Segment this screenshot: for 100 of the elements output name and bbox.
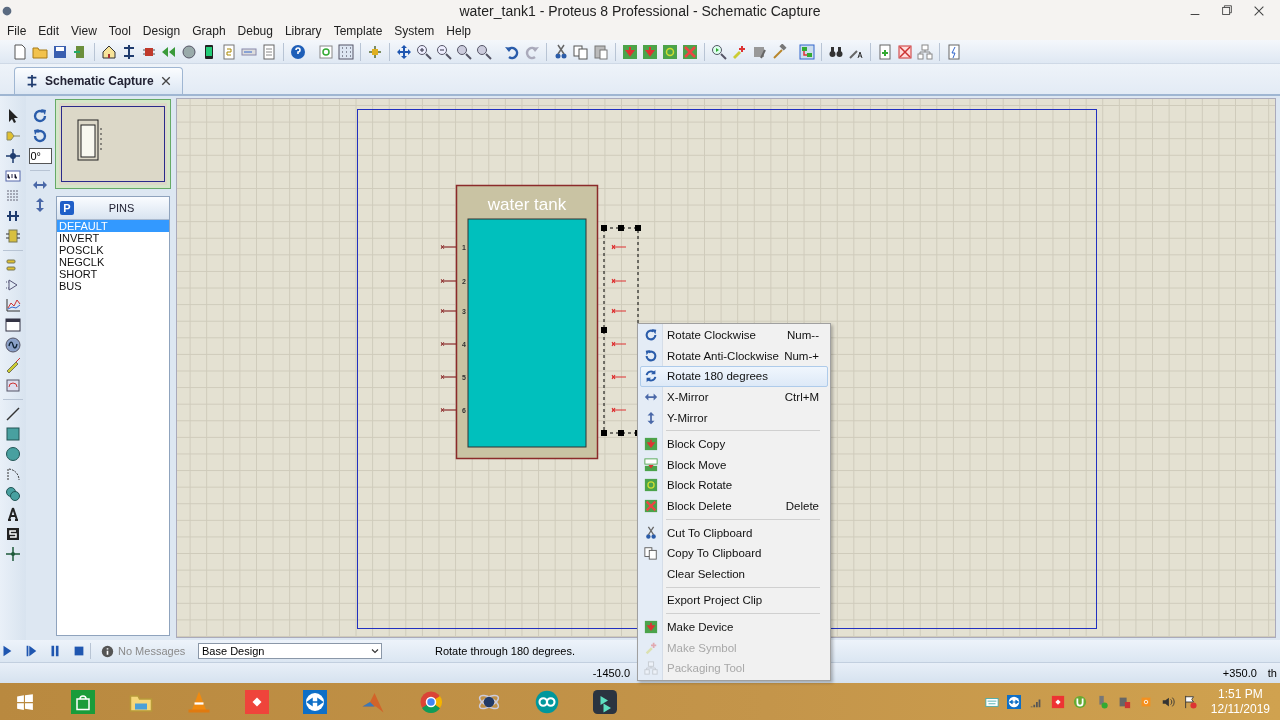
menu-item[interactable]: Debug bbox=[231, 22, 279, 40]
pin-type-item[interactable]: INVERT bbox=[57, 232, 169, 244]
context-menu-item[interactable]: Clear Selection bbox=[640, 563, 828, 585]
context-menu-item[interactable]: Make Device bbox=[640, 616, 828, 638]
component-pin[interactable] bbox=[440, 341, 457, 347]
double-arrow-icon[interactable] bbox=[1006, 695, 1021, 709]
menu-item[interactable]: File bbox=[1, 22, 33, 40]
diamond-app-icon[interactable] bbox=[245, 690, 269, 714]
stop-button[interactable] bbox=[72, 644, 86, 658]
menu-item[interactable]: Template bbox=[327, 22, 389, 40]
pin-marker[interactable] bbox=[611, 407, 627, 413]
hierarchy-icon[interactable] bbox=[917, 43, 933, 60]
dark-app-icon[interactable] bbox=[593, 690, 617, 714]
rotate-clockwise-icon[interactable] bbox=[32, 108, 48, 124]
copy-icon[interactable] bbox=[573, 43, 589, 60]
pin-type-item[interactable]: SHORT bbox=[57, 268, 169, 280]
context-menu-item[interactable]: Cut To Clipboard bbox=[640, 522, 828, 543]
context-menu-item[interactable]: Block Rotate bbox=[640, 475, 828, 496]
hammer-icon[interactable] bbox=[771, 43, 787, 60]
context-menu-item[interactable]: X-Mirror Ctrl+M bbox=[640, 386, 828, 408]
menu-item[interactable]: Edit bbox=[32, 22, 66, 40]
menu-item[interactable]: Graph bbox=[186, 22, 232, 40]
zoom-out-icon[interactable] bbox=[436, 43, 452, 60]
new-sheet-icon[interactable] bbox=[877, 43, 893, 60]
tape-recorder-icon[interactable] bbox=[5, 317, 21, 333]
component-pin[interactable] bbox=[440, 278, 457, 284]
flag-icon[interactable] bbox=[1182, 695, 1197, 709]
menu-item[interactable]: View bbox=[65, 22, 103, 40]
close-button[interactable] bbox=[1252, 4, 1266, 18]
pin-marker[interactable] bbox=[611, 244, 627, 250]
marker-icon[interactable] bbox=[5, 546, 21, 562]
maximize-button[interactable] bbox=[1220, 4, 1234, 18]
start-button[interactable] bbox=[16, 693, 34, 711]
wire-icon[interactable] bbox=[799, 43, 815, 60]
component-pin[interactable] bbox=[440, 374, 457, 380]
help-icon[interactable] bbox=[290, 43, 306, 60]
home-icon[interactable] bbox=[101, 43, 117, 60]
zoom-all-icon[interactable] bbox=[456, 43, 472, 60]
context-menu-item[interactable]: Rotate Anti-Clockwise Num-+ bbox=[640, 345, 828, 367]
menu-item[interactable]: Library bbox=[278, 22, 328, 40]
pin-marker[interactable] bbox=[611, 308, 627, 314]
pick-button[interactable]: P bbox=[60, 201, 74, 215]
component-pin[interactable] bbox=[440, 244, 457, 250]
add-component-icon[interactable] bbox=[731, 43, 747, 60]
overview-panel[interactable] bbox=[56, 100, 170, 188]
pin-type-item[interactable]: BUS bbox=[57, 280, 169, 292]
block-copy-icon[interactable] bbox=[622, 43, 638, 60]
schematic-tab[interactable]: Schematic Capture bbox=[14, 67, 183, 94]
zoom-area-icon[interactable] bbox=[476, 43, 492, 60]
pin-marker[interactable] bbox=[611, 374, 627, 380]
origin-icon[interactable] bbox=[367, 43, 383, 60]
grid-icon[interactable] bbox=[338, 43, 354, 60]
pin-marker[interactable] bbox=[611, 341, 627, 347]
magnifier-icon[interactable] bbox=[711, 43, 727, 60]
close-icon[interactable] bbox=[159, 75, 172, 87]
volume-icon[interactable] bbox=[1160, 695, 1175, 709]
menu-item[interactable]: Tool bbox=[102, 22, 137, 40]
context-menu-item[interactable]: Y-Mirror bbox=[640, 407, 828, 428]
probe-icon[interactable] bbox=[5, 357, 21, 373]
browser-icon[interactable] bbox=[419, 690, 443, 714]
page-bolt-icon[interactable] bbox=[946, 43, 962, 60]
graph-icon[interactable] bbox=[5, 297, 21, 313]
context-menu-item[interactable]: Rotate Clockwise Num-- bbox=[640, 325, 828, 346]
paste-icon[interactable] bbox=[593, 43, 609, 60]
cut-icon[interactable] bbox=[553, 43, 569, 60]
torrent-icon[interactable] bbox=[1072, 695, 1087, 709]
wire-label-icon[interactable] bbox=[5, 168, 21, 184]
shopping-bag-icon[interactable] bbox=[71, 690, 95, 714]
step-button[interactable] bbox=[24, 644, 38, 658]
menu-item[interactable]: Design bbox=[136, 22, 187, 40]
design-variant-dropdown[interactable]: Base Design bbox=[198, 643, 382, 659]
block-move-icon[interactable] bbox=[642, 43, 658, 60]
block-delete-icon[interactable] bbox=[682, 43, 698, 60]
symbol-icon[interactable] bbox=[5, 526, 21, 542]
zoom-in-icon[interactable] bbox=[416, 43, 432, 60]
subcircuit-icon[interactable] bbox=[5, 228, 21, 244]
context-menu-item[interactable]: Block Delete Delete bbox=[640, 495, 828, 517]
save-icon[interactable] bbox=[52, 43, 68, 60]
box-icon[interactable] bbox=[5, 426, 21, 442]
double-arrow-app-icon[interactable] bbox=[303, 690, 327, 714]
block-rotate-icon[interactable] bbox=[662, 43, 678, 60]
menu-item[interactable]: Help bbox=[440, 22, 478, 40]
circle-icon[interactable] bbox=[5, 446, 21, 462]
context-menu-item[interactable]: Block Copy bbox=[640, 433, 828, 455]
pan-icon[interactable] bbox=[396, 43, 412, 60]
new-document-icon[interactable] bbox=[12, 43, 28, 60]
context-menu-item[interactable]: Rotate 180 degrees bbox=[640, 366, 828, 387]
pin-marker[interactable] bbox=[611, 278, 627, 284]
rotate-anticlockwise-icon[interactable] bbox=[32, 128, 48, 144]
menu-item[interactable]: System bbox=[388, 22, 441, 40]
line-icon[interactable] bbox=[5, 406, 21, 422]
delete-sheet-icon[interactable] bbox=[897, 43, 913, 60]
refresh-icon[interactable] bbox=[318, 43, 334, 60]
context-menu-item[interactable]: Copy To Clipboard bbox=[640, 542, 828, 564]
generator-icon[interactable] bbox=[5, 337, 21, 353]
context-menu-item[interactable]: Block Move bbox=[640, 454, 828, 476]
instrument-icon[interactable] bbox=[5, 377, 21, 393]
rotation-field[interactable]: 0° bbox=[28, 148, 52, 164]
infinity-app-icon[interactable] bbox=[535, 690, 559, 714]
bus-icon[interactable] bbox=[5, 208, 21, 224]
